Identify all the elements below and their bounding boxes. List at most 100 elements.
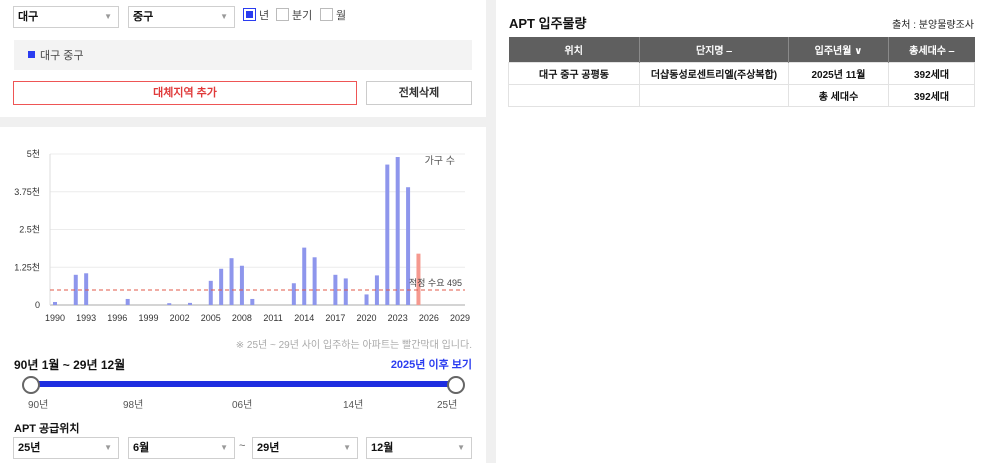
bar [385, 164, 390, 305]
checkbox-icon [320, 8, 333, 21]
bar [395, 157, 400, 305]
period-month-label: 월 [336, 10, 347, 22]
supply-bar-chart: 0 1.25천 2.5천 3.75천 5천 1990 1993 1996 1999 2002 200… [14, 149, 470, 323]
bar [208, 280, 213, 305]
from-month-select[interactable]: 6월 ▼ [128, 437, 235, 459]
y-tick-label: 0 [35, 300, 40, 310]
checkbox-checked-icon [243, 8, 256, 21]
col-header-units-sort[interactable]: 총세대수 ‒ [888, 37, 975, 62]
range-tick: 06년 [232, 400, 253, 411]
bar [239, 265, 244, 305]
from-year-select[interactable]: 25년 ▼ [13, 437, 119, 459]
section-divider [0, 117, 486, 127]
chart-note: ※ 25년 ~ 29년 사이 입주하는 아파트는 빨간막대 입니다. [235, 340, 472, 351]
bar [312, 257, 317, 305]
district-select-value: 중구 [133, 11, 154, 23]
bar [219, 268, 224, 305]
chevron-down-icon: ▼ [104, 443, 112, 452]
bar [53, 301, 57, 305]
x-tick-label: 2026 [419, 313, 439, 323]
x-tick-label: 2023 [388, 313, 408, 323]
from-year-value: 25년 [18, 442, 41, 454]
x-tick-label: 1996 [107, 313, 127, 323]
bar [84, 273, 89, 305]
table-cell: 대구 중구 공평동 [508, 61, 640, 85]
table-cell [639, 83, 789, 107]
reference-line-label: 적정 수요 495 [409, 277, 462, 288]
period-year-label: 년 [259, 10, 270, 22]
bar [167, 303, 172, 305]
x-tick-label: 1993 [76, 313, 96, 323]
bar [364, 294, 369, 305]
y-tick-label: 5천 [27, 149, 40, 159]
checkbox-icon [276, 8, 289, 21]
x-tick-label: 2014 [294, 313, 314, 323]
x-tick-label: 2017 [325, 313, 345, 323]
supply-location-title: APT 공급위치 [14, 423, 80, 435]
col-header-complex-sort[interactable]: 단지명 ‒ [639, 37, 789, 62]
x-tick-label: 1999 [138, 313, 158, 323]
range-separator: ~ [239, 440, 246, 452]
table-row: 대구 중구 공평동 더샵동성로센트리엘(주상복합) 2025년 11월 392세… [508, 61, 975, 85]
table-cell: 2025년 11월 [788, 61, 889, 85]
table-header-row: 위치 단지명 ‒ 입주년월 ∨ 총세대수 ‒ [508, 37, 975, 62]
legend-label: 가구 수 [425, 155, 455, 167]
table-cell: 392세대 [888, 61, 975, 85]
add-region-button[interactable]: 대체지역 추가 [13, 81, 357, 105]
region-tag: 대구 중구 [14, 40, 472, 70]
x-tick-label: 2008 [232, 313, 252, 323]
bar [125, 298, 130, 305]
table-cell: 총 세대수 [788, 83, 889, 107]
range-slider-start-handle[interactable] [22, 376, 40, 394]
after-2025-link[interactable]: 2025년 이후 보기 [391, 356, 472, 372]
range-slider-track[interactable] [31, 381, 457, 387]
table-cell: 더샵동성로센트리엘(주상복합) [639, 61, 789, 85]
range-slider-end-handle[interactable] [447, 376, 465, 394]
to-year-select[interactable]: 29년 ▼ [252, 437, 358, 459]
range-label: 90년 1월 ~ 29년 12월 [14, 358, 126, 372]
period-year-checkbox[interactable]: 년 [243, 8, 269, 24]
district-select[interactable]: 중구 ▼ [128, 6, 235, 28]
x-tick-label: 2020 [357, 313, 377, 323]
range-tick: 90년 [28, 400, 49, 411]
city-select[interactable]: 대구 ▼ [13, 6, 119, 28]
period-quarter-label: 분기 [292, 10, 313, 22]
apt-table: 위치 단지명 ‒ 입주년월 ∨ 총세대수 ‒ 대구 중구 공평동 더샵동성로센트… [508, 37, 975, 107]
table-total-row: 총 세대수 392세대 [508, 83, 975, 107]
bar [302, 247, 307, 305]
range-tick: 25년 [437, 400, 458, 411]
bar [188, 302, 192, 305]
x-tick-label: 2002 [170, 313, 190, 323]
region-tag-label: 대구 중구 [40, 50, 84, 62]
to-year-value: 29년 [257, 442, 280, 454]
col-header-location: 위치 [508, 37, 640, 62]
period-month-checkbox[interactable]: 월 [320, 8, 346, 24]
right-panel: APT 입주물량 출처 : 분양물량조사 위치 단지명 ‒ 입주년월 ∨ 총세대… [496, 0, 984, 463]
to-month-value: 12월 [371, 442, 394, 454]
range-tick: 14년 [343, 400, 364, 411]
y-tick-label: 3.75천 [14, 187, 40, 197]
range-tick: 98년 [123, 400, 144, 411]
to-month-select[interactable]: 12월 ▼ [366, 437, 472, 459]
city-select-value: 대구 [18, 11, 39, 23]
x-tick-label: 2029 [450, 313, 470, 323]
chevron-down-icon: ▼ [343, 443, 351, 452]
table-cell [508, 83, 640, 107]
table-cell: 392세대 [888, 83, 975, 107]
y-tick-label: 2.5천 [19, 225, 40, 235]
left-panel: 대구 ▼ 중구 ▼ 년 분기 월 대구 중구 대체지역 추가 전체삭제 0 1.2… [0, 0, 486, 463]
period-quarter-checkbox[interactable]: 분기 [276, 8, 312, 24]
bar [343, 278, 348, 305]
x-tick-label: 2011 [263, 313, 282, 323]
region-color-icon [28, 51, 35, 58]
apt-section-title: APT 입주물량 [509, 16, 587, 31]
col-header-move-in-sort[interactable]: 입주년월 ∨ [788, 37, 889, 62]
source-label: 출처 : 분양물량조사 [892, 20, 974, 31]
bar [229, 258, 234, 305]
bar [250, 298, 255, 305]
chevron-down-icon: ▼ [220, 443, 228, 452]
chevron-down-icon: ▼ [220, 12, 228, 21]
from-month-value: 6월 [133, 442, 150, 454]
delete-all-button[interactable]: 전체삭제 [366, 81, 472, 105]
chevron-down-icon: ▼ [104, 12, 112, 21]
